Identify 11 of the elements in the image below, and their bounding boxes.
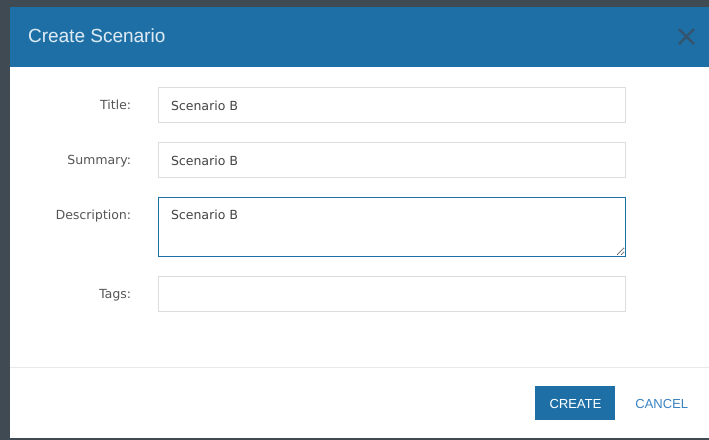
input-field[interactable]: Scenario B bbox=[158, 87, 626, 123]
field-label: Tags: bbox=[98, 285, 131, 301]
field-label: Title: bbox=[99, 96, 131, 112]
cancel-link[interactable]: CANCEL bbox=[635, 386, 688, 420]
dialog-title: Create Scenario bbox=[28, 26, 166, 48]
input-field[interactable] bbox=[158, 276, 626, 312]
description-field[interactable]: Scenario B bbox=[158, 197, 626, 257]
field-label: Description: bbox=[54, 206, 131, 222]
field-label: Summary: bbox=[66, 151, 131, 167]
input-field[interactable]: Scenario B bbox=[158, 142, 626, 178]
create-button[interactable]: CREATE bbox=[535, 386, 616, 420]
